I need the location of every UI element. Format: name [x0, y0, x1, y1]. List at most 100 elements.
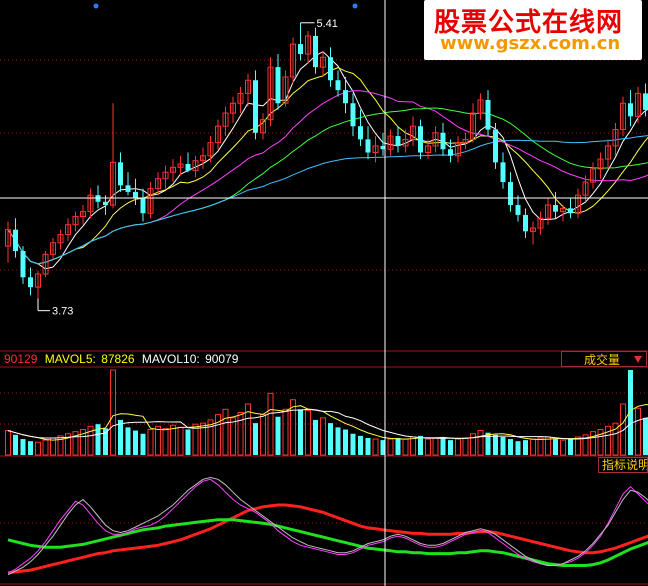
volume-bar: [253, 423, 258, 455]
candle-body: [643, 93, 648, 110]
volume-bar: [500, 436, 506, 455]
candle-body: [335, 80, 341, 91]
candle-body: [395, 136, 401, 146]
candle-body: [493, 129, 498, 163]
volume-bar: [590, 431, 596, 456]
candle-body: [553, 205, 558, 212]
candle-body: [523, 214, 528, 232]
candle-body: [365, 139, 371, 153]
candle-body: [28, 277, 33, 288]
volume-bar: [493, 434, 498, 455]
volume-bar: [125, 427, 131, 455]
volume-bar: [313, 419, 318, 455]
candle-body: [313, 35, 318, 68]
volume-bar: [230, 417, 236, 456]
volume-bar: [185, 429, 191, 455]
volume-bar: [410, 436, 416, 456]
volume-bar: [515, 441, 521, 455]
volume-bar: [553, 439, 558, 455]
volume-bar: [365, 438, 371, 455]
volume-bar: [343, 429, 348, 455]
volume-bar: [118, 419, 123, 455]
mavol10-label: MAVOL10:: [141, 352, 200, 366]
candle-body: [133, 191, 138, 199]
marker-dot: [352, 3, 358, 9]
volume-bar: [448, 440, 453, 455]
candle-body: [343, 90, 348, 104]
price-ma-lines: [7, 51, 648, 270]
indicator-help-button[interactable]: 指标说明: [598, 457, 648, 473]
candle-body: [328, 57, 333, 81]
candle-body: [118, 162, 123, 186]
volume-bar: [222, 408, 229, 456]
candle-body: [275, 67, 281, 104]
volume-bar: [643, 417, 648, 455]
candle-body: [418, 126, 423, 153]
volume-bar: [530, 438, 536, 456]
indicator-line-2: [7, 518, 648, 567]
volume-bar: [335, 427, 341, 455]
watermark-logo: 股票公式在线网 www.gszx.com.cn: [424, 0, 642, 60]
indicator-series: [7, 476, 648, 576]
volume-bar: [372, 438, 379, 456]
volume-bar: [133, 430, 138, 455]
watermark-url: www.gszx.com.cn: [440, 33, 621, 54]
candle-body: [568, 208, 573, 214]
volume-bar: [320, 417, 326, 456]
volume-bar: [568, 439, 573, 455]
candle-body: [628, 103, 633, 117]
volume-bar: [35, 441, 41, 456]
volume-value: 90129: [4, 352, 38, 366]
candle-body: [140, 198, 146, 214]
candle-body: [13, 229, 18, 252]
volume-legend: 90129 MAVOL5: 87826 MAVOL10: 90079: [4, 352, 238, 366]
indicator-line-4: [7, 476, 648, 576]
candle-body: [253, 80, 258, 133]
candle-body: [298, 44, 303, 54]
chart-canvas: 5.41 3.73: [0, 0, 648, 586]
ma60-line: [7, 135, 648, 265]
candle-body: [515, 205, 521, 215]
indicator-select-label: 成交量: [584, 353, 621, 367]
volume-bar: [170, 424, 176, 456]
volume-series: [5, 369, 648, 456]
volume-bar: [425, 438, 431, 456]
candle-body: [358, 126, 363, 140]
volume-bar: [305, 409, 311, 456]
volume-bar: [350, 433, 356, 455]
volume-bar: [282, 408, 289, 456]
candle-body: [485, 99, 491, 130]
volume-bar: [28, 441, 33, 455]
volume-bar: [508, 439, 513, 455]
volume-bar: [395, 438, 401, 455]
volume-bar: [358, 435, 363, 455]
volume-bar: [432, 437, 439, 456]
candle-body: [440, 132, 446, 150]
low-price-label: 3.73: [52, 306, 73, 318]
volume-bar: [177, 426, 184, 456]
volume-bar: [215, 414, 221, 456]
dropdown-arrow-icon[interactable]: [634, 356, 642, 363]
volume-bar: [402, 438, 409, 456]
volume-bar: [237, 412, 244, 456]
mavol10-value: 90079: [205, 352, 239, 366]
indicator-line-3: [7, 478, 648, 574]
volume-bar: [20, 439, 26, 455]
indicator-help-label: 指标说明: [602, 458, 648, 472]
volume-bar: [418, 435, 423, 455]
volume-bar: [605, 425, 611, 456]
volume-bar: [147, 429, 154, 456]
volume-bar: [537, 437, 544, 456]
candle-body: [500, 162, 506, 183]
volume-bar: [192, 423, 199, 456]
volume-bar: [523, 440, 528, 455]
indicator-select-volume[interactable]: 成交量: [561, 351, 647, 367]
candlestick-series: [5, 22, 648, 299]
volume-bar: [5, 430, 11, 456]
volume-bar: [110, 369, 116, 456]
marker-dot: [93, 3, 99, 9]
candle-body: [185, 164, 191, 171]
volume-bar: [455, 438, 461, 456]
volume-bar: [628, 370, 633, 455]
mavol5-value: 87826: [101, 352, 135, 366]
